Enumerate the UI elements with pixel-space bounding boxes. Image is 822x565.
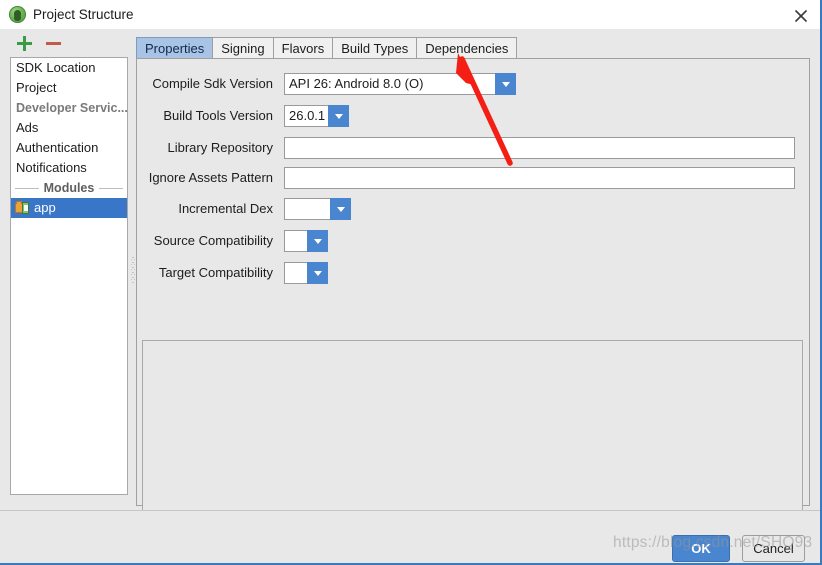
minus-icon[interactable]: [42, 32, 64, 54]
android-module-icon: [15, 201, 30, 215]
source-compatibility-field-wrap: [284, 230, 328, 252]
sidebar-toolbar: [0, 29, 130, 57]
compile-sdk-version-value: API 26: Android 8.0 (O): [284, 73, 495, 95]
chevron-down-icon[interactable]: [328, 105, 349, 127]
splitter-grip-icon: [131, 255, 135, 283]
ignore-assets-pattern-field-wrap: [284, 167, 795, 189]
close-icon[interactable]: [788, 3, 814, 27]
tab-bar[interactable]: Properties Signing Flavors Build Types Depen…: [136, 36, 518, 59]
sidebar-item-label: Developer Servic...: [16, 101, 128, 115]
incremental-dex-field-wrap: [284, 198, 351, 220]
cancel-button[interactable]: Cancel: [742, 535, 805, 562]
incremental-dex-label: Incremental Dex: [178, 201, 273, 216]
build-tools-version-field-wrap: 26.0.1: [284, 105, 349, 127]
library-repository-field-wrap: [284, 137, 795, 159]
sidebar-group-label: Modules: [38, 181, 100, 195]
properties-sub-panel: [142, 340, 803, 516]
sidebar-item-label: Ads: [16, 120, 39, 135]
sidebar-item-label: Notifications: [16, 160, 87, 175]
chevron-down-icon[interactable]: [307, 262, 328, 284]
tab-properties[interactable]: Properties: [136, 37, 214, 59]
source-compatibility-label: Source Compatibility: [153, 233, 273, 248]
android-studio-icon: [9, 6, 26, 23]
sidebar-item-ads[interactable]: Ads: [11, 118, 127, 138]
tab-signing[interactable]: Signing: [212, 37, 274, 59]
sidebar-item-authentication[interactable]: Authentication: [11, 138, 127, 158]
window-title: Project Structure: [33, 7, 134, 22]
ignore-assets-pattern-label: Ignore Assets Pattern: [148, 170, 273, 185]
incremental-dex-value: [284, 198, 330, 220]
chevron-down-icon[interactable]: [307, 230, 328, 252]
build-tools-version-value: 26.0.1: [284, 105, 328, 127]
sidebar-item-sdk-location[interactable]: SDK Location: [11, 58, 127, 78]
library-repository-input[interactable]: [284, 137, 795, 159]
source-compatibility-value: [284, 230, 307, 252]
sidebar-group-modules: Modules: [11, 178, 127, 198]
ok-button[interactable]: OK: [672, 535, 730, 562]
compile-sdk-version-field-wrap: API 26: Android 8.0 (O): [284, 73, 516, 95]
properties-panel: Compile Sdk Version API 26: Android 8.0 (…: [136, 58, 810, 516]
title-bar: Project Structure: [0, 0, 822, 29]
build-tools-version-dropdown[interactable]: 26.0.1: [284, 105, 349, 127]
target-compatibility-value: [284, 262, 307, 284]
target-compatibility-label: Target Compatibility: [158, 265, 273, 280]
sidebar-item-label: SDK Location: [16, 60, 96, 75]
compile-sdk-version-label: Compile Sdk Version: [152, 76, 273, 91]
target-compatibility-field-wrap: [284, 262, 328, 284]
sidebar-item-project[interactable]: Project: [11, 78, 127, 98]
incremental-dex-dropdown[interactable]: [284, 198, 351, 220]
tab-build-types[interactable]: Build Types: [332, 37, 418, 59]
tab-flavors[interactable]: Flavors: [272, 37, 334, 59]
sidebar-item-app[interactable]: app: [11, 198, 127, 218]
chevron-down-icon[interactable]: [330, 198, 351, 220]
source-compatibility-dropdown[interactable]: [284, 230, 328, 252]
sidebar-item-label: Authentication: [16, 140, 99, 155]
dialog-body: SDK Location Project Developer Servic... Ad…: [0, 29, 820, 564]
build-tools-version-label: Build Tools Version: [163, 108, 273, 123]
ignore-assets-pattern-input[interactable]: [284, 167, 795, 189]
chevron-down-icon[interactable]: [495, 73, 516, 95]
sidebar-list[interactable]: SDK Location Project Developer Servic... Ad…: [10, 57, 128, 495]
sidebar-item-notifications[interactable]: Notifications: [11, 158, 127, 178]
compile-sdk-version-dropdown[interactable]: API 26: Android 8.0 (O): [284, 73, 516, 95]
target-compatibility-dropdown[interactable]: [284, 262, 328, 284]
tab-dependencies[interactable]: Dependencies: [416, 37, 518, 59]
sidebar-item-label: Project: [16, 80, 57, 95]
dialog-footer: OK Cancel: [0, 510, 820, 564]
library-repository-label: Library Repository: [167, 140, 274, 155]
sidebar-item-developer-servic[interactable]: Developer Servic...: [11, 98, 127, 118]
project-structure-dialog: Project Structure SDK Location Project Dev…: [0, 0, 822, 565]
plus-icon[interactable]: [13, 32, 35, 54]
